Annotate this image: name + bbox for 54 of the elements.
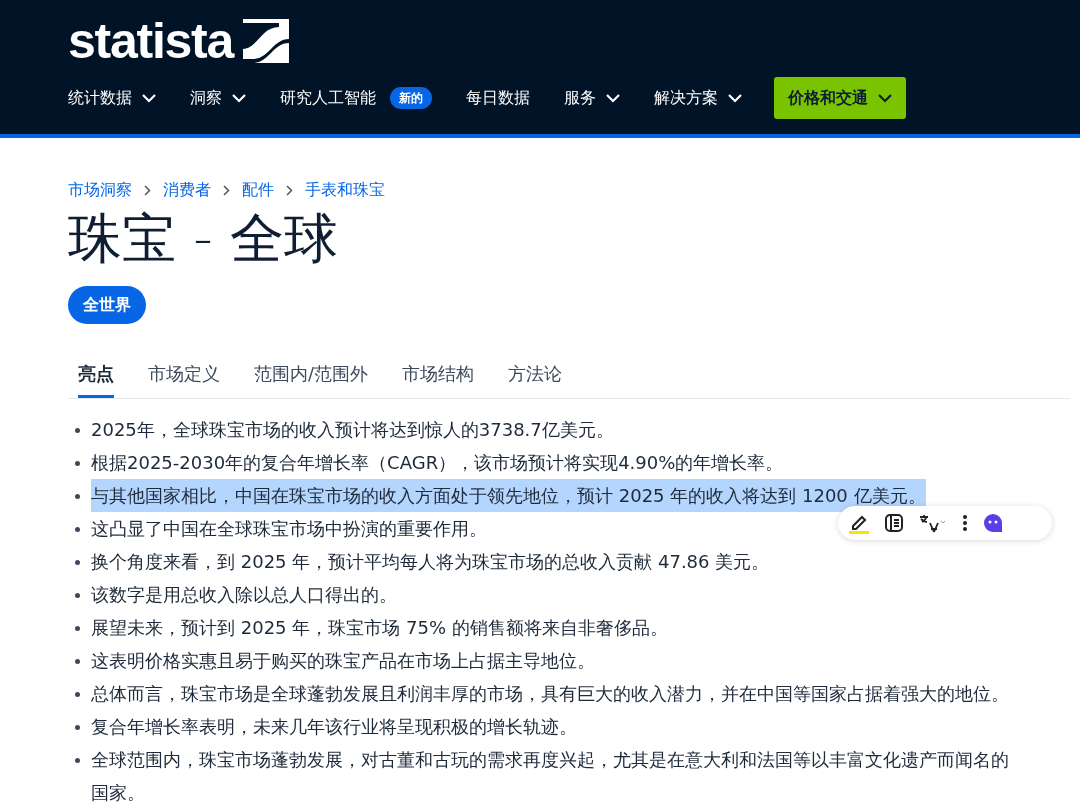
bullet-icon bbox=[75, 626, 80, 631]
highlight-text: 该数字是用总收入除以总人口得出的。 bbox=[91, 583, 397, 607]
tab[interactable]: 市场结构 bbox=[402, 360, 475, 398]
highlight-text: 展望未来，预计到 2025 年，珠宝市场 75% 的销售额将来自非奢侈品。 bbox=[91, 616, 668, 640]
tab[interactable]: 亮点 bbox=[78, 360, 114, 398]
nav-menu-item[interactable]: 洞察 bbox=[188, 77, 248, 119]
nav-menu-item[interactable]: 统计数据 bbox=[66, 77, 158, 119]
bullet-icon bbox=[75, 725, 80, 730]
highlight-text: 根据2025-2030年的复合年增长率（CAGR），该市场预计将实现4.90%的年增长率。 bbox=[91, 451, 784, 475]
chevron-down-icon bbox=[878, 93, 892, 103]
breadcrumb-link[interactable]: 市场洞察 bbox=[68, 178, 132, 202]
logo-mark-icon bbox=[243, 19, 290, 63]
nav-menu-item[interactable]: 服务 bbox=[562, 77, 622, 119]
bullet-icon bbox=[75, 428, 80, 433]
assistant-icon[interactable] bbox=[982, 512, 1004, 534]
chevron-down-icon bbox=[606, 93, 620, 103]
highlight-text: 2025年，全球珠宝市场的收入预计将达到惊人的3738.7亿美元。 bbox=[91, 418, 614, 442]
tab[interactable]: 方法论 bbox=[508, 360, 563, 398]
highlight-text: 复合年增长率表明，未来几年该行业将呈现积极的增长轨迹。 bbox=[91, 715, 577, 739]
highlight-text: 总体而言，珠宝市场是全球蓬勃发展且利润丰厚的市场，具有巨大的收入潜力，并在中国等国家占据着强大的地位。 bbox=[91, 682, 1009, 706]
chevron-right-icon bbox=[223, 184, 230, 196]
more-options-icon[interactable] bbox=[962, 514, 968, 532]
breadcrumb-link[interactable]: 消费者 bbox=[163, 178, 211, 202]
chevron-right-icon bbox=[144, 184, 151, 196]
bullet-icon bbox=[75, 593, 80, 598]
bullet-icon bbox=[75, 692, 80, 697]
statista-logo-text[interactable]: statista bbox=[68, 16, 234, 66]
bullet-icon bbox=[75, 758, 80, 763]
reader-icon[interactable] bbox=[884, 513, 904, 533]
chevron-down-icon bbox=[142, 93, 156, 103]
highlight-text: 换个角度来看，到 2025 年，预计平均每人将为珠宝市场的总收入贡献 47.86 美元。 bbox=[91, 550, 770, 574]
highlight-text: 全球范围内，珠宝市场蓬勃发展，对古董和古玩的需求再度兴起，尤其是在意大利和法国等以丰富文化遗产而闻名的国家。 bbox=[91, 748, 1010, 805]
bullet-icon bbox=[75, 560, 80, 565]
highlight-text: 这凸显了中国在全球珠宝市场中扮演的重要作用。 bbox=[91, 517, 487, 541]
nav-menu-item[interactable]: 解决方案 bbox=[652, 77, 744, 119]
tab[interactable]: 范围内/范围外 bbox=[254, 360, 369, 398]
breadcrumb-link[interactable]: 配件 bbox=[242, 178, 274, 202]
new-badge: 新的 bbox=[390, 87, 432, 109]
bullet-icon bbox=[75, 527, 80, 532]
region-pill[interactable]: 全世界 bbox=[68, 286, 146, 324]
chevron-down-icon bbox=[232, 93, 246, 103]
chevron-right-icon bbox=[286, 184, 293, 196]
page-title: 珠宝 - 全球 bbox=[68, 206, 339, 272]
highlight-text: 与其他国家相比，中国在珠宝市场的收入方面处于领先地位，预计 2025 年的收入将达到 1200 亿美元。 bbox=[91, 479, 926, 512]
bullet-icon bbox=[75, 461, 80, 466]
chevron-down-icon bbox=[728, 93, 742, 103]
bullet-icon bbox=[75, 659, 80, 664]
tab[interactable]: 市场定义 bbox=[148, 360, 220, 398]
nav-menu-item[interactable]: 研究人工智能 新的 bbox=[278, 77, 434, 119]
bullet-icon bbox=[75, 494, 80, 499]
pricing-button[interactable]: 价格和交通 bbox=[774, 77, 906, 119]
nav-menu-item[interactable]: 每日数据 bbox=[464, 77, 532, 119]
breadcrumb-link[interactable]: 手表和珠宝 bbox=[305, 178, 385, 202]
highlight-text: 这表明价格实惠且易于购买的珠宝产品在市场上占据主导地位。 bbox=[91, 649, 595, 673]
